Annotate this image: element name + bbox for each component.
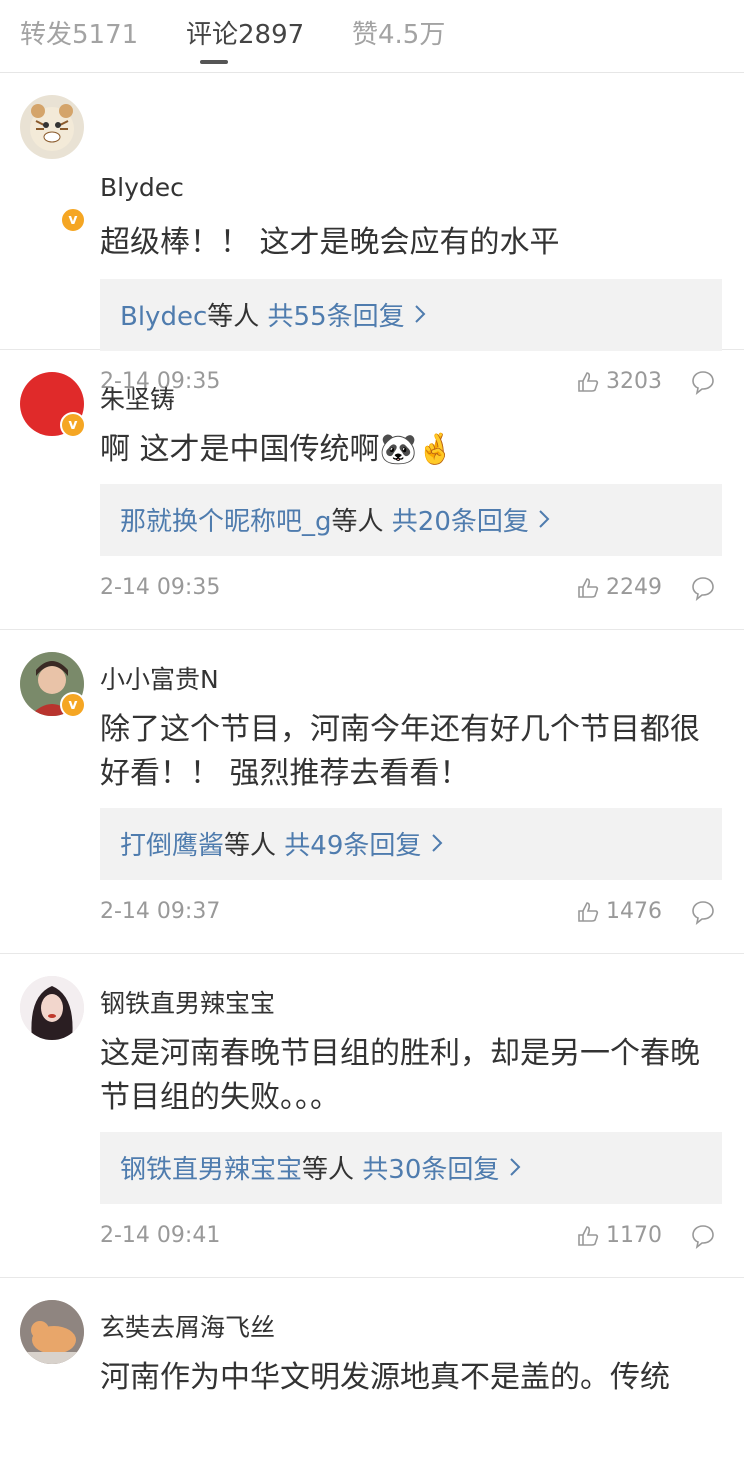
verified-badge-icon: v	[60, 692, 86, 718]
reply-suffix: 等人	[331, 507, 384, 537]
replies-summary[interactable]: Blydec等人 共55条回复	[100, 279, 722, 351]
avatar[interactable]	[20, 95, 84, 159]
cat-avatar-icon	[20, 1300, 84, 1364]
comment-bubble-icon[interactable]	[690, 575, 716, 601]
comment-item: v Blydec 超级棒！！ 这才是晚会应有的水平 Blydec等人 共55条回…	[0, 73, 744, 395]
timestamp: 2-14 09:41	[100, 1223, 221, 1248]
comment-bubble-icon[interactable]	[690, 1223, 716, 1249]
tab-comments[interactable]: 评论2897	[186, 14, 304, 51]
chevron-right-icon	[509, 1158, 521, 1176]
chevron-right-icon	[431, 834, 443, 852]
like-count: 2249	[606, 575, 662, 600]
thumbs-up-icon	[578, 901, 599, 922]
username[interactable]: 钢铁直男辣宝宝	[100, 984, 275, 1020]
like-button[interactable]: 1170	[576, 1223, 662, 1248]
comment-text: 超级棒！！ 这才是晚会应有的水平	[100, 225, 560, 260]
thumbs-up-icon	[578, 1225, 599, 1246]
replies-summary[interactable]: 那就换个昵称吧_g等人 共20条回复	[100, 484, 722, 556]
timestamp: 2-14 09:35	[100, 575, 221, 600]
comment-text: 这是河南春晚节目组的胜利，却是另一个春晚节目组的失败。。。	[100, 1036, 700, 1115]
verified-badge-icon: v	[60, 207, 86, 233]
comment-item: v 小小富贵N 除了这个节目，河南今年还有好几个节目都很好看！！ 强烈推荐去看看…	[0, 630, 744, 954]
chevron-right-icon	[539, 510, 550, 528]
like-count: 1476	[606, 899, 662, 924]
chevron-right-icon	[415, 305, 426, 323]
comment-text: 河南作为中华文明发源地真不是盖的。传统	[100, 1360, 670, 1395]
reply-count-link[interactable]: 共20条回复	[392, 507, 529, 537]
person-avatar-icon	[20, 976, 84, 1040]
reply-user-link[interactable]: 打倒鹰酱	[120, 831, 224, 861]
username[interactable]: 小小富贵N	[100, 660, 219, 696]
comment-bubble-icon[interactable]	[690, 899, 716, 925]
reply-suffix: 等人	[224, 831, 277, 861]
username[interactable]: 玄奘去屑海飞丝	[100, 1308, 275, 1344]
comment-item: 玄奘去屑海飞丝 河南作为中华文明发源地真不是盖的。传统	[0, 1278, 744, 1478]
reply-user-link[interactable]: 钢铁直男辣宝宝	[120, 1155, 302, 1185]
username[interactable]: 朱坚铸	[100, 380, 175, 416]
replies-summary[interactable]: 钢铁直男辣宝宝等人 共30条回复	[100, 1132, 722, 1204]
tiger-avatar-icon	[30, 104, 74, 151]
reply-user-link[interactable]: 那就换个昵称吧_g	[120, 507, 332, 537]
reply-suffix: 等人	[302, 1155, 355, 1185]
avatar[interactable]	[20, 976, 84, 1040]
avatar[interactable]	[20, 1300, 84, 1364]
replies-summary[interactable]: 打倒鹰酱等人 共49条回复	[100, 808, 722, 880]
like-count: 1170	[606, 1223, 662, 1248]
comment-text: 啊 这才是中国传统啊🐼🤞	[100, 432, 455, 467]
active-tab-indicator	[200, 60, 228, 64]
like-button[interactable]: 1476	[576, 899, 662, 924]
comment-text: 除了这个节目，河南今年还有好几个节目都很好看！！ 强烈推荐去看看！	[100, 712, 700, 791]
reply-count-link[interactable]: 共55条回复	[268, 302, 405, 332]
tab-reposts[interactable]: 转发5171	[20, 14, 138, 51]
comment-item: 钢铁直男辣宝宝 这是河南春晚节目组的胜利，却是另一个春晚节目组的失败。。。 钢铁…	[0, 954, 744, 1278]
reply-suffix: 等人	[207, 302, 260, 332]
comment-item: v 朱坚铸 啊 这才是中国传统啊🐼🤞 那就换个昵称吧_g等人 共20条回复 2-…	[0, 350, 744, 630]
timestamp: 2-14 09:37	[100, 899, 221, 924]
thumbs-up-icon	[578, 577, 599, 598]
like-button[interactable]: 2249	[576, 575, 662, 600]
username[interactable]: Blydec	[100, 173, 184, 202]
reply-user-link[interactable]: Blydec	[120, 302, 207, 332]
reply-count-link[interactable]: 共49条回复	[284, 831, 421, 861]
reply-count-link[interactable]: 共30条回复	[362, 1155, 499, 1185]
verified-badge-icon: v	[60, 412, 86, 438]
tab-likes[interactable]: 赞4.5万	[352, 14, 445, 51]
comment-tabs: 转发5171 评论2897 赞4.5万	[0, 0, 744, 73]
